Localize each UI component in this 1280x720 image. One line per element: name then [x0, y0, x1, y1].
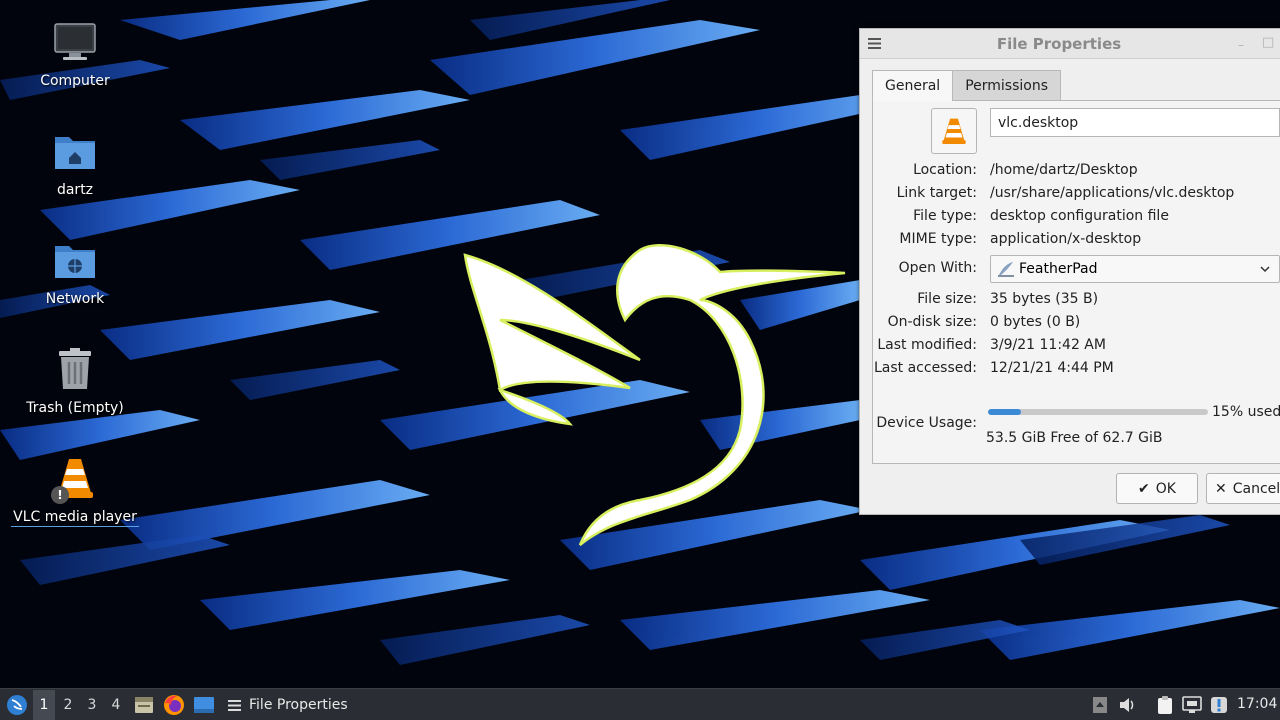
minimize-icon[interactable]: –: [1238, 38, 1244, 52]
file-manager-icon: [135, 697, 153, 713]
mime-type-value: application/x-desktop: [990, 231, 1142, 247]
desktop-icon-home[interactable]: dartz: [14, 127, 136, 199]
clipboard-icon: [1158, 696, 1172, 714]
vlc-icon: [942, 118, 966, 144]
desktop-icon-label: Network: [45, 291, 105, 307]
last-modified-value: 3/9/21 11:42 AM: [990, 337, 1106, 353]
workspace-2[interactable]: 2: [57, 690, 79, 720]
lubuntu-logo-icon: [7, 695, 27, 715]
network-folder-icon: [51, 236, 99, 284]
task-button-file-properties[interactable]: File Properties: [222, 690, 442, 720]
tab-bar: General Permissions: [872, 70, 1061, 101]
workspace-1[interactable]: 1: [33, 690, 55, 720]
tab-general[interactable]: General: [872, 70, 954, 101]
file-properties-dialog: File Properties – □ General Permissions …: [859, 28, 1280, 515]
filename-input[interactable]: [990, 108, 1280, 137]
device-usage-label: Device Usage:: [876, 415, 977, 431]
dialog-title: File Properties: [996, 34, 1122, 53]
notification-button[interactable]: [1208, 693, 1230, 717]
on-disk-size-label: On-disk size:: [887, 314, 977, 330]
featherpad-icon: [998, 262, 1014, 277]
chevron-up-icon: [1093, 697, 1107, 713]
volume-icon: [1120, 698, 1134, 712]
desktop-icon-trash[interactable]: Trash (Empty): [14, 345, 136, 417]
checkmark-icon: ✔: [1138, 480, 1150, 497]
link-target-label: Link target:: [896, 185, 977, 201]
clipboard-button[interactable]: [1154, 693, 1176, 717]
last-accessed-value: 12/21/21 4:44 PM: [990, 360, 1114, 376]
network-icon: [1182, 696, 1202, 713]
on-disk-size-value: 0 bytes (0 B): [990, 314, 1081, 330]
cancel-button-label: Cancel: [1232, 480, 1280, 497]
task-button-label: File Properties: [249, 697, 348, 713]
home-folder-icon: [51, 127, 99, 175]
open-with-value: FeatherPad: [1019, 261, 1098, 277]
device-usage-fill: [988, 409, 1021, 415]
last-modified-label: Last modified:: [877, 337, 977, 353]
last-accessed-label: Last accessed:: [873, 360, 977, 376]
maximize-icon[interactable]: □: [1262, 35, 1274, 50]
file-size-value: 35 bytes (35 B): [990, 291, 1099, 307]
device-usage-free: 53.5 GiB Free of 62.7 GiB: [986, 430, 1163, 446]
ok-button[interactable]: ✔ OK: [1116, 473, 1198, 504]
show-desktop-button[interactable]: [192, 693, 216, 717]
desktop-icon-computer[interactable]: Computer: [14, 18, 136, 90]
file-manager-launcher[interactable]: [133, 693, 155, 717]
device-usage-percent: 15% used: [1212, 404, 1280, 420]
vlc-icon: !: [51, 454, 99, 504]
start-menu-button[interactable]: [4, 691, 30, 719]
taskbar: 1 2 3 4 File Properties 17:04: [0, 688, 1280, 720]
file-type-value: desktop configuration file: [990, 208, 1169, 224]
file-size-label: File size:: [917, 291, 977, 307]
clock[interactable]: 17:04: [1237, 696, 1277, 712]
window-menu-icon[interactable]: [868, 37, 881, 50]
link-target-value: /usr/share/applications/vlc.desktop: [990, 185, 1235, 201]
ok-button-label: OK: [1155, 480, 1176, 497]
chevron-down-icon: [1260, 266, 1270, 273]
desktop-icon-network[interactable]: Network: [14, 236, 136, 308]
tab-permissions[interactable]: Permissions: [952, 70, 1061, 100]
workspace-4[interactable]: 4: [105, 690, 127, 720]
location-label: Location:: [913, 162, 977, 178]
monitor-icon: [51, 18, 99, 66]
warning-badge-icon: !: [51, 486, 69, 504]
tray-expand-button[interactable]: [1090, 694, 1110, 716]
file-icon-button[interactable]: [931, 108, 977, 154]
network-button[interactable]: [1181, 693, 1203, 717]
open-with-label: Open With:: [898, 260, 977, 276]
firefox-icon: [164, 695, 184, 715]
desktop-icon: [194, 697, 214, 713]
desktop-icon-label: Computer: [40, 73, 110, 89]
mime-type-label: MIME type:: [899, 231, 977, 247]
desktop-icon-vlc[interactable]: ! VLC media player: [11, 454, 139, 527]
update-notification-icon: [1211, 697, 1227, 713]
desktop-icon-label: VLC media player: [11, 509, 139, 527]
trash-icon: [51, 345, 99, 393]
window-menu-icon: [228, 699, 241, 711]
cancel-button[interactable]: ✕ Cancel: [1206, 473, 1280, 504]
device-usage-bar: [988, 409, 1208, 415]
dialog-titlebar[interactable]: File Properties – □: [860, 29, 1280, 59]
firefox-launcher[interactable]: [162, 693, 186, 717]
volume-button[interactable]: [1116, 694, 1138, 716]
close-icon: ✕: [1215, 480, 1227, 497]
workspace-3[interactable]: 3: [81, 690, 103, 720]
desktop-icon-label: Trash (Empty): [26, 400, 124, 416]
desktop-icon-label: dartz: [56, 182, 94, 198]
open-with-select[interactable]: FeatherPad: [990, 255, 1280, 283]
location-value: /home/dartz/Desktop: [990, 162, 1138, 178]
file-type-label: File type:: [913, 208, 977, 224]
